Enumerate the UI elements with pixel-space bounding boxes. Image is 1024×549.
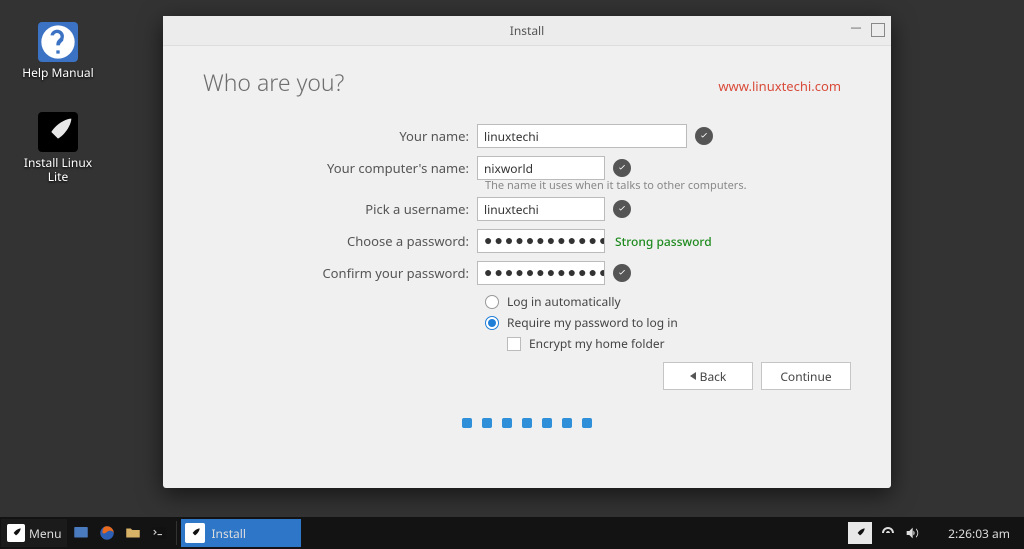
check-icon <box>695 127 713 145</box>
clock[interactable]: 2:26:03 am <box>928 525 1016 542</box>
login-require-radio[interactable]: Require my password to log in <box>485 314 851 331</box>
firefox-launcher[interactable] <box>96 522 118 544</box>
taskbar: Menu Install 2:26:03 am <box>0 517 1024 549</box>
feather-icon <box>38 112 78 152</box>
page-heading: Who are you? <box>203 66 344 98</box>
install-label-2: Lite <box>18 170 98 184</box>
progress-dots <box>203 418 851 428</box>
feather-icon <box>185 523 205 543</box>
name-input[interactable]: linuxtechi <box>477 124 687 148</box>
radio-icon <box>485 316 499 330</box>
check-icon <box>613 264 631 282</box>
password-input[interactable]: ●●●●●●●●●●●●● <box>477 229 605 253</box>
username-input[interactable]: linuxtechi <box>477 197 605 221</box>
desktop-icon-install[interactable]: Install Linux Lite <box>18 112 98 185</box>
help-icon <box>38 22 78 62</box>
minimize-button[interactable] <box>849 22 863 36</box>
computer-input[interactable]: nixworld <box>477 156 605 180</box>
system-tray: 2:26:03 am <box>848 522 1024 544</box>
back-label: Back <box>700 368 727 385</box>
help-label: Help Manual <box>18 66 98 80</box>
password-strength: Strong password <box>615 233 712 250</box>
show-desktop-button[interactable] <box>70 522 92 544</box>
encrypt-checkbox[interactable]: Encrypt my home folder <box>507 335 851 352</box>
window-title: Install <box>510 22 545 39</box>
confirm-label: Confirm your password: <box>203 264 477 282</box>
login-auto-label: Log in automatically <box>507 293 621 310</box>
taskbar-task-install[interactable]: Install <box>181 519 301 547</box>
check-icon <box>613 159 631 177</box>
encrypt-label: Encrypt my home folder <box>529 335 665 352</box>
feather-icon <box>7 524 25 542</box>
menu-button[interactable]: Menu <box>1 519 67 547</box>
maximize-button[interactable] <box>871 22 885 36</box>
radio-icon <box>485 295 499 309</box>
watermark-text: www.linuxtechi.com <box>718 77 841 95</box>
titlebar[interactable]: Install <box>163 16 891 46</box>
user-form: Your name: linuxtechi Your computer's na… <box>203 124 851 356</box>
volume-icon[interactable] <box>904 525 920 541</box>
login-auto-radio[interactable]: Log in automatically <box>485 293 851 310</box>
menu-label: Menu <box>29 525 61 542</box>
task-label: Install <box>211 525 246 542</box>
separator <box>176 521 177 545</box>
check-icon <box>613 200 631 218</box>
network-icon[interactable] <box>880 525 896 541</box>
login-require-label: Require my password to log in <box>507 314 678 331</box>
window-controls <box>849 22 885 36</box>
name-label: Your name: <box>203 127 477 145</box>
desktop-icon-help[interactable]: Help Manual <box>18 22 98 80</box>
password-label: Choose a password: <box>203 232 477 250</box>
arrow-left-icon <box>690 372 696 380</box>
terminal-launcher[interactable] <box>148 522 170 544</box>
continue-button[interactable]: Continue <box>761 362 851 390</box>
installer-window: Install Who are you? www.linuxtechi.com … <box>163 16 891 488</box>
files-launcher[interactable] <box>122 522 144 544</box>
continue-label: Continue <box>780 368 831 385</box>
tray-installer-icon[interactable] <box>848 522 872 544</box>
checkbox-icon <box>507 337 521 351</box>
confirm-input[interactable]: ●●●●●●●●●●●●● <box>477 261 605 285</box>
computer-hint: The name it uses when it talks to other … <box>485 180 851 191</box>
back-button[interactable]: Back <box>663 362 753 390</box>
username-label: Pick a username: <box>203 200 477 218</box>
computer-label: Your computer's name: <box>203 159 477 177</box>
